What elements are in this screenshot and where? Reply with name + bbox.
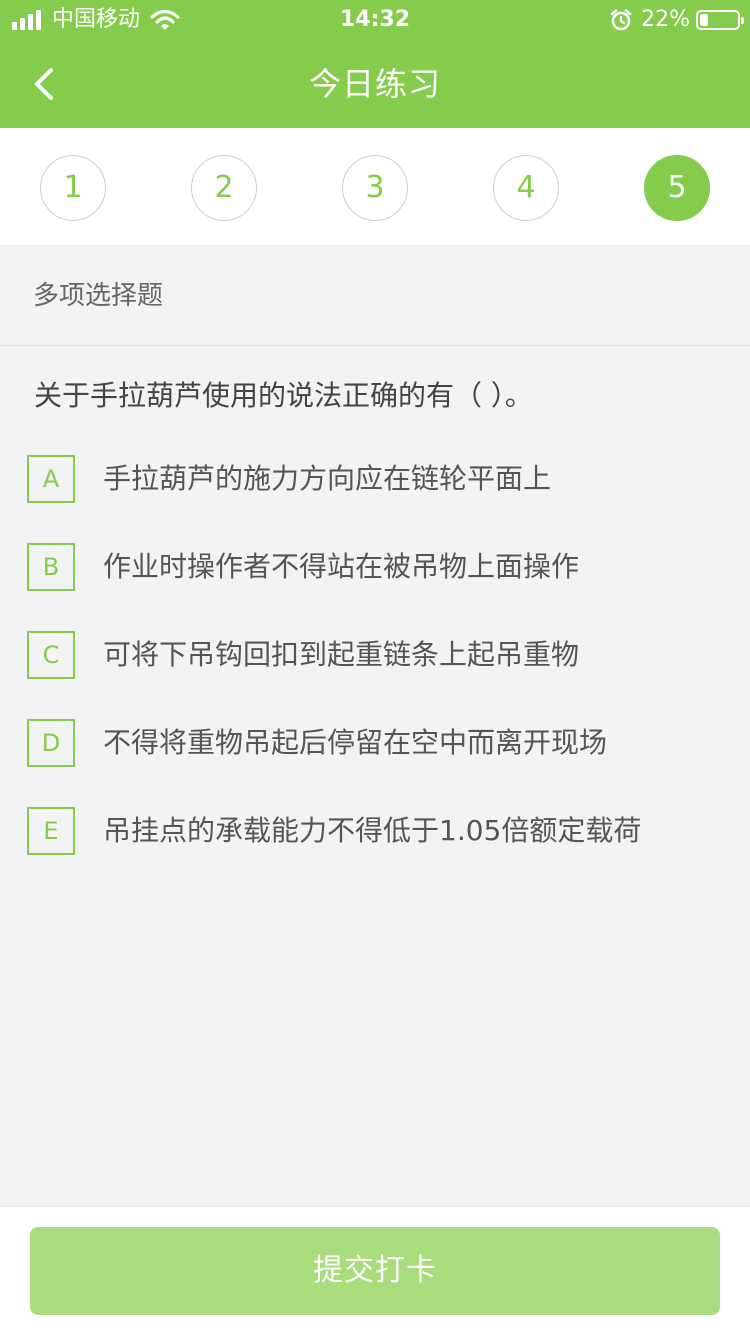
option-a[interactable]: A 手拉葫芦的施力方向应在链轮平面上 [0, 446, 750, 534]
option-text: 作业时操作者不得站在被吊物上面操作 [103, 550, 580, 583]
option-text: 不得将重物吊起后停留在空中而离开现场 [103, 726, 608, 759]
header: 中国移动 14:32 22% 今日练习 [0, 0, 750, 128]
step-1[interactable]: 1 [40, 155, 106, 221]
question-text: 关于手拉葫芦使用的说法正确的有（ ）。 [34, 379, 533, 412]
option-text: 可将下吊钩回扣到起重链条上起吊重物 [103, 638, 580, 671]
page-title: 今日练习 [308, 65, 441, 103]
option-text: 手拉葫芦的施力方向应在链轮平面上 [103, 462, 552, 495]
alarm-icon [610, 9, 632, 31]
battery-level [700, 14, 708, 26]
question-stepper: 1 2 3 4 5 [0, 128, 750, 246]
footer: 提交打卡 [0, 1206, 750, 1334]
options-list: A 手拉葫芦的施力方向应在链轮平面上 B 作业时操作者不得站在被吊物上面操作 C… [0, 446, 750, 886]
step-2[interactable]: 2 [191, 155, 257, 221]
option-letter: B [27, 543, 75, 591]
question-type-label: 多项选择题 [0, 246, 750, 346]
status-right: 22% [609, 6, 744, 34]
battery-percent: 22% [641, 7, 690, 32]
option-b[interactable]: B 作业时操作者不得站在被吊物上面操作 [0, 534, 750, 622]
option-c[interactable]: C 可将下吊钩回扣到起重链条上起吊重物 [0, 622, 750, 710]
option-e[interactable]: E 吊挂点的承载能力不得低于1.05倍额定载荷 [0, 798, 750, 886]
option-letter: C [27, 631, 75, 679]
option-text: 吊挂点的承载能力不得低于1.05倍额定载荷 [103, 814, 642, 847]
step-4[interactable]: 4 [493, 155, 559, 221]
step-5[interactable]: 5 [644, 155, 710, 221]
status-bar: 中国移动 14:32 22% [0, 0, 750, 40]
battery-icon [696, 10, 744, 30]
nav-bar: 今日练习 [0, 40, 750, 128]
step-3[interactable]: 3 [342, 155, 408, 221]
option-letter: E [27, 807, 75, 855]
option-letter: A [27, 455, 75, 503]
option-letter: D [27, 719, 75, 767]
submit-checkin-button[interactable]: 提交打卡 [30, 1227, 720, 1315]
option-d[interactable]: D 不得将重物吊起后停留在空中而离开现场 [0, 710, 750, 798]
